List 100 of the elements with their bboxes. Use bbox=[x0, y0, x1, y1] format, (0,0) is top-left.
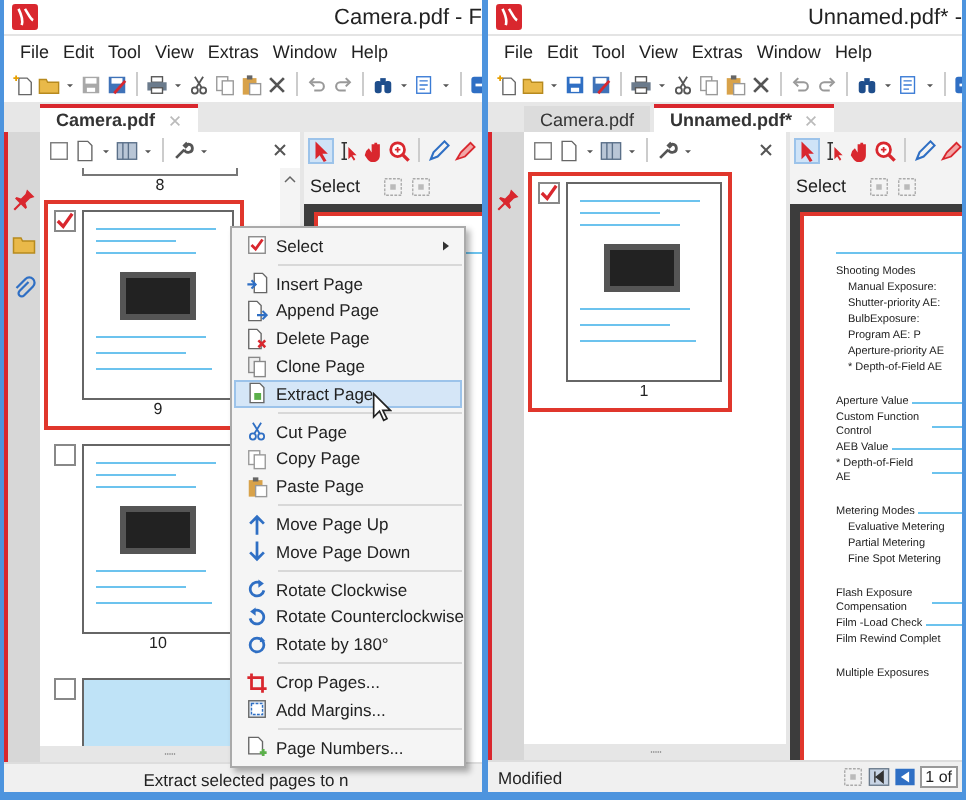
highlighter-icon[interactable] bbox=[454, 139, 476, 161]
menu-item[interactable]: Copy Page bbox=[234, 445, 462, 473]
undo-icon[interactable] bbox=[306, 73, 328, 95]
thumbnail-selection-frame[interactable]: 1 bbox=[528, 172, 732, 412]
close-icon[interactable] bbox=[758, 142, 774, 158]
hand-icon[interactable] bbox=[362, 139, 384, 161]
menu-item[interactable]: Crop Pages... bbox=[234, 668, 462, 696]
wrench-icon[interactable] bbox=[172, 139, 194, 161]
menu-item[interactable]: Move Page Up bbox=[234, 510, 462, 538]
grid-icon[interactable] bbox=[600, 139, 622, 161]
grid-dots-icon[interactable] bbox=[382, 175, 405, 197]
folder-icon[interactable] bbox=[522, 73, 544, 95]
menu-item[interactable]: Tool bbox=[592, 41, 626, 61]
document-settings-icon[interactable] bbox=[414, 73, 436, 95]
pointer-icon[interactable] bbox=[796, 139, 818, 161]
scissors-icon[interactable] bbox=[188, 73, 210, 95]
document-tab[interactable]: Camera.pdf bbox=[524, 106, 651, 132]
undo-icon[interactable] bbox=[790, 73, 812, 95]
menu-item[interactable]: Window bbox=[756, 41, 821, 61]
new-document-icon[interactable] bbox=[496, 73, 518, 95]
grid-dots-icon[interactable] bbox=[410, 175, 433, 197]
down-arrow-icon bbox=[245, 540, 267, 563]
menu-item[interactable]: Add Margins... bbox=[234, 695, 462, 724]
printer-icon[interactable] bbox=[146, 73, 168, 95]
rotate-icon bbox=[245, 633, 267, 656]
wrench-icon[interactable] bbox=[656, 139, 678, 161]
document-tab[interactable]: Camera.pdf bbox=[40, 104, 198, 132]
menu-item[interactable]: File bbox=[504, 41, 534, 61]
previous-page-icon[interactable] bbox=[893, 766, 916, 788]
text-select-icon[interactable] bbox=[822, 139, 844, 161]
close-icon[interactable] bbox=[266, 73, 288, 95]
grid-dots-icon[interactable] bbox=[841, 766, 864, 788]
grid-icon[interactable] bbox=[116, 139, 138, 161]
scissors-icon[interactable] bbox=[672, 73, 694, 95]
menu-item[interactable]: Edit bbox=[63, 41, 95, 61]
menu-item[interactable]: Rotate Counterclockwise bbox=[234, 603, 462, 631]
text-select-icon[interactable] bbox=[336, 139, 358, 161]
pen-icon[interactable] bbox=[428, 139, 450, 161]
margins-icon bbox=[245, 698, 267, 721]
binoculars-icon[interactable] bbox=[372, 73, 394, 95]
redo-icon[interactable] bbox=[332, 73, 354, 95]
document-settings-icon[interactable] bbox=[898, 73, 920, 95]
new-document-icon[interactable] bbox=[12, 73, 34, 95]
checkbox[interactable] bbox=[538, 182, 560, 204]
status-text: Modified bbox=[498, 767, 563, 787]
zoom-icon[interactable] bbox=[388, 139, 410, 161]
highlighter-icon[interactable] bbox=[940, 139, 962, 161]
page-number-field[interactable]: 1 of bbox=[919, 766, 958, 788]
close-icon[interactable] bbox=[272, 142, 288, 158]
close-icon[interactable] bbox=[750, 73, 772, 95]
binoculars-icon[interactable] bbox=[856, 73, 878, 95]
redo-icon[interactable] bbox=[816, 73, 838, 95]
menu-item[interactable]: View bbox=[155, 41, 194, 61]
grid-dots-icon[interactable] bbox=[896, 175, 919, 197]
menu-item[interactable]: Extras bbox=[691, 41, 743, 61]
tool-label: Select bbox=[796, 176, 847, 196]
page-clone-icon bbox=[245, 355, 267, 378]
save-as-icon[interactable] bbox=[106, 73, 128, 95]
printer-icon[interactable] bbox=[630, 73, 652, 95]
menu-item[interactable]: Rotate Clockwise bbox=[234, 575, 462, 604]
clipboard-icon[interactable] bbox=[724, 73, 746, 95]
folder-icon[interactable] bbox=[12, 232, 36, 256]
page-icon[interactable] bbox=[74, 139, 96, 161]
menu-item[interactable]: Paste Page bbox=[234, 472, 462, 501]
page-icon[interactable] bbox=[558, 139, 580, 161]
clipboard-icon[interactable] bbox=[240, 73, 262, 95]
pointer-icon[interactable] bbox=[310, 139, 332, 161]
rotate-counterclockwise-icon bbox=[245, 605, 267, 628]
checkbox[interactable] bbox=[54, 678, 76, 700]
menu-item[interactable]: Tool bbox=[108, 41, 142, 61]
menu-item[interactable]: Move Page Down bbox=[234, 537, 462, 566]
menu-item[interactable]: Window bbox=[272, 41, 337, 61]
menu-item[interactable]: Page Numbers... bbox=[234, 733, 462, 762]
menu-item[interactable]: Rotate by 180° bbox=[234, 630, 462, 659]
checkbox[interactable] bbox=[54, 210, 76, 232]
checkbox-icon[interactable] bbox=[532, 139, 554, 161]
paperclip-icon[interactable] bbox=[12, 276, 36, 300]
hand-icon[interactable] bbox=[848, 139, 870, 161]
checkbox[interactable] bbox=[54, 444, 76, 466]
page-number: 8 bbox=[155, 176, 165, 196]
menu-item[interactable]: Help bbox=[350, 41, 388, 61]
grid-dots-icon[interactable] bbox=[868, 175, 891, 197]
checkbox-icon[interactable] bbox=[48, 139, 70, 161]
pen-icon[interactable] bbox=[914, 139, 936, 161]
document-tab[interactable]: Unnamed.pdf* bbox=[654, 104, 835, 132]
folder-icon[interactable] bbox=[38, 73, 60, 95]
first-page-icon[interactable] bbox=[867, 766, 890, 788]
menu-item[interactable]: Extras bbox=[207, 41, 259, 61]
menu-item[interactable]: File bbox=[20, 41, 50, 61]
scroll-up-icon[interactable] bbox=[282, 172, 298, 188]
pin-icon[interactable] bbox=[496, 188, 520, 212]
menu-item[interactable]: Edit bbox=[547, 41, 579, 61]
zoom-icon[interactable] bbox=[874, 139, 896, 161]
window-title: Unnamed.pdf* - bbox=[807, 5, 962, 29]
save-as-icon[interactable] bbox=[590, 73, 612, 95]
save-icon[interactable] bbox=[564, 73, 586, 95]
menu-item[interactable]: Help bbox=[834, 41, 872, 61]
pin-icon[interactable] bbox=[12, 188, 36, 212]
menu-item[interactable]: Extract Page bbox=[234, 379, 462, 408]
menu-item[interactable]: View bbox=[639, 41, 678, 61]
